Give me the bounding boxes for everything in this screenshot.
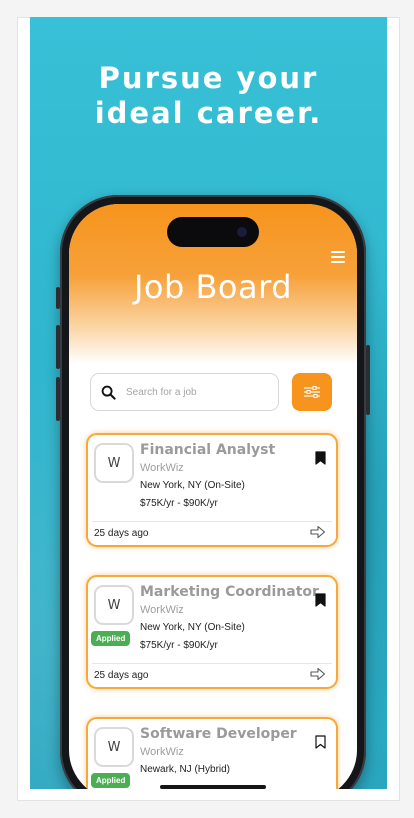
job-title: Marketing Coordinator — [140, 584, 319, 600]
search-icon — [101, 385, 116, 400]
posted-date: 25 days ago — [94, 528, 149, 539]
filter-button[interactable] — [292, 373, 332, 411]
promo-poster: Pursue your ideal career. Job Board Sear… — [30, 17, 387, 789]
search-bar[interactable] — [90, 373, 279, 411]
job-card-marketing-coordinator[interactable]: W Applied Marketing Coordinator WorkWiz … — [86, 575, 338, 689]
app-screen: Job Board W — [69, 204, 357, 789]
job-title: Software Developer — [140, 726, 297, 742]
headline-line-2: ideal career. — [94, 96, 323, 130]
job-salary: $75K/yr - $90K/yr — [140, 640, 218, 651]
bookmark-outline-icon[interactable] — [315, 735, 326, 749]
company-name: WorkWiz — [140, 462, 184, 474]
phone-mockup: Job Board W — [56, 195, 370, 789]
card-divider — [92, 663, 332, 664]
company-logo: W — [94, 727, 134, 767]
dynamic-island — [167, 217, 259, 247]
company-name: WorkWiz — [140, 604, 184, 616]
job-location: New York, NY (On-Site) — [140, 480, 245, 491]
phone-volume-down — [56, 377, 60, 421]
job-title: Financial Analyst — [140, 442, 276, 458]
applied-badge: Applied — [91, 773, 131, 788]
hamburger-menu-icon[interactable] — [331, 251, 345, 263]
search-input[interactable] — [124, 385, 268, 399]
headline-line-1: Pursue your — [98, 61, 319, 95]
phone-volume-up — [56, 325, 60, 369]
phone-mute-switch — [56, 287, 60, 309]
headline: Pursue your ideal career. — [30, 61, 387, 131]
arrow-right-icon[interactable] — [310, 667, 326, 681]
job-location: New York, NY (On-Site) — [140, 622, 245, 633]
app-title: Job Board — [133, 268, 293, 306]
job-location: Newark, NJ (Hybrid) — [140, 764, 231, 775]
phone-power-button — [366, 345, 370, 415]
company-logo: W — [94, 585, 134, 625]
applied-badge: Applied — [91, 631, 131, 646]
job-salary: $75K/yr - $90K/yr — [140, 498, 218, 509]
card-divider — [92, 521, 332, 522]
company-name: WorkWiz — [140, 746, 184, 758]
posted-date: 25 days ago — [94, 670, 149, 681]
filter-sliders-icon — [304, 386, 320, 398]
arrow-right-icon[interactable] — [310, 525, 326, 539]
home-indicator — [160, 785, 266, 789]
company-logo: W — [94, 443, 134, 483]
camera-icon — [237, 227, 247, 237]
bookmark-filled-icon[interactable] — [315, 451, 326, 465]
job-card-software-developer[interactable]: W Applied Software Developer WorkWiz New… — [86, 717, 338, 789]
bookmark-filled-icon[interactable] — [315, 593, 326, 607]
job-card-financial-analyst[interactable]: W Financial Analyst WorkWiz New York, NY… — [86, 433, 338, 547]
